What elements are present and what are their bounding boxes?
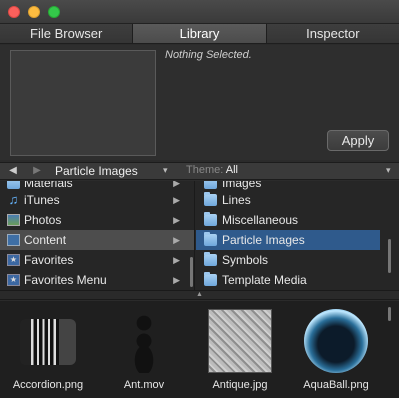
- chevron-right-icon: ▶: [173, 215, 180, 225]
- location-popup[interactable]: Particle Images: [55, 164, 138, 178]
- preview-area: Nothing Selected. Apply: [0, 45, 399, 160]
- photos-icon: [7, 214, 20, 226]
- preview-thumbnail: [10, 50, 156, 156]
- media-item-antique[interactable]: Antique.jpg: [192, 307, 288, 393]
- media-item-aquaball[interactable]: AquaBall.png: [288, 307, 384, 393]
- list-item-label: Template Media: [222, 273, 307, 287]
- library-browser: Materials ▶ ♫ iTunes ▶ Photos ▶ Content …: [0, 181, 399, 290]
- theme-chevron-icon[interactable]: ▾: [386, 165, 391, 176]
- forward-button[interactable]: ▶: [26, 163, 48, 179]
- folder-icon: [204, 192, 217, 206]
- list-item-lines[interactable]: Lines: [196, 190, 399, 210]
- chevron-right-icon: ▶: [173, 275, 180, 285]
- content-icon: [7, 234, 20, 246]
- source-list-scrollbar[interactable]: [190, 257, 193, 287]
- folder-icon: [7, 181, 20, 189]
- list-item-favorites[interactable]: ★ Favorites ▶: [0, 250, 194, 270]
- list-item-label: Lines: [222, 193, 251, 207]
- list-item-label: Content: [24, 233, 67, 247]
- tab-bar: File Browser Library Inspector: [0, 24, 399, 44]
- accordion-thumbnail: [20, 319, 76, 365]
- title-bar: [0, 0, 399, 24]
- list-item-label: iTunes: [24, 193, 60, 207]
- tab-library[interactable]: Library: [133, 24, 267, 43]
- list-item-favorites-menu[interactable]: ★ Favorites Menu ▶: [0, 270, 194, 290]
- favorites-icon: ★: [7, 254, 20, 266]
- media-grid: Accordion.png Ant.mov Antique.jpg AquaBa…: [0, 301, 399, 398]
- folder-icon: [204, 272, 217, 286]
- folder-list-scrollbar[interactable]: [388, 239, 391, 273]
- library-toolbar: ◀ ▶ Particle Images ▾ Theme: All ▾: [0, 162, 399, 180]
- media-item-ant[interactable]: Ant.mov: [96, 307, 192, 393]
- folder-icon: [204, 212, 217, 226]
- theme-popup[interactable]: Theme: All: [186, 164, 238, 176]
- source-list: Materials ▶ ♫ iTunes ▶ Photos ▶ Content …: [0, 181, 195, 290]
- folder-icon: [204, 181, 217, 189]
- list-item-label: Favorites: [24, 253, 74, 267]
- aquaball-thumbnail: [304, 309, 368, 373]
- list-item-label: Symbols: [222, 253, 269, 267]
- favorites-menu-icon: ★: [7, 274, 20, 286]
- folder-icon: [204, 252, 217, 266]
- music-note-icon: ♫: [8, 192, 19, 207]
- chevron-right-icon: ▶: [173, 255, 180, 265]
- list-item-label: Particle Images: [222, 233, 305, 247]
- antique-thumbnail: [208, 309, 272, 373]
- minimize-window-button[interactable]: [28, 6, 40, 18]
- location-chevron-icon[interactable]: ▾: [163, 165, 168, 176]
- pane-splitter[interactable]: ▲: [0, 290, 399, 300]
- back-button[interactable]: ◀: [2, 163, 24, 179]
- folder-icon: [204, 232, 217, 246]
- list-item-label: Favorites Menu: [24, 273, 107, 287]
- media-item-label: Antique.jpg: [212, 379, 268, 391]
- media-grid-scrollbar[interactable]: [388, 307, 391, 321]
- selection-status: Nothing Selected.: [165, 49, 252, 61]
- list-item-itunes[interactable]: ♫ iTunes ▶: [0, 190, 194, 210]
- media-item-label: Accordion.png: [12, 379, 84, 391]
- folder-list: Images Lines Miscellaneous Particle Imag…: [196, 181, 399, 290]
- list-item-photos[interactable]: Photos ▶: [0, 210, 194, 230]
- zoom-window-button[interactable]: [48, 6, 60, 18]
- list-item-template-media[interactable]: Template Media: [196, 270, 399, 290]
- list-item-label: Miscellaneous: [222, 213, 299, 227]
- ant-thumbnail: [112, 309, 176, 373]
- chevron-right-icon: ▶: [173, 235, 180, 245]
- theme-label: Theme:: [186, 164, 224, 176]
- tab-inspector[interactable]: Inspector: [266, 24, 399, 43]
- theme-value: All: [225, 164, 238, 176]
- media-item-accordion[interactable]: Accordion.png: [0, 307, 96, 393]
- chevron-right-icon: ▶: [173, 195, 180, 205]
- media-item-label: Ant.mov: [123, 379, 165, 391]
- list-item-content[interactable]: Content ▶: [0, 230, 194, 250]
- list-item-miscellaneous[interactable]: Miscellaneous: [196, 210, 399, 230]
- tab-file-browser[interactable]: File Browser: [0, 24, 134, 43]
- list-item-particle-images[interactable]: Particle Images: [196, 230, 380, 250]
- media-item-label: AquaBall.png: [303, 379, 369, 391]
- list-item-label: Photos: [24, 213, 62, 227]
- list-item-symbols[interactable]: Symbols: [196, 250, 399, 270]
- apply-button[interactable]: Apply: [327, 130, 389, 151]
- close-window-button[interactable]: [8, 6, 20, 18]
